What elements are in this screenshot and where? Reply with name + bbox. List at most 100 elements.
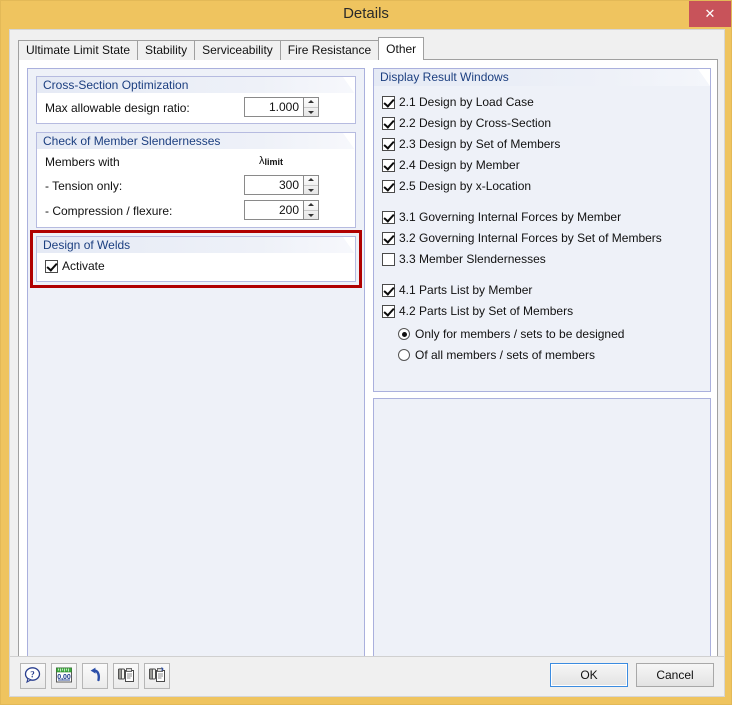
restore-defaults-button[interactable]: [82, 663, 108, 689]
restore-defaults-icon: [86, 666, 104, 687]
max-allowable-design-ratio-label: Max allowable design ratio:: [45, 101, 190, 115]
checkbox-label-2-5: 2.5 Design by x-Location: [399, 179, 532, 193]
group-header-cross-section-optimization: Cross-Section Optimization: [37, 77, 355, 94]
compression-spin-down[interactable]: [304, 211, 318, 220]
cancel-button[interactable]: Cancel: [636, 663, 714, 687]
tension-spin-down[interactable]: [304, 186, 318, 195]
set-as-default-button[interactable]: [113, 663, 139, 689]
tension-only-spinner[interactable]: [244, 175, 319, 195]
checkbox-label-2-2: 2.2 Design by Cross-Section: [399, 116, 552, 130]
lambda-subscript: limit: [264, 157, 284, 167]
max-allowable-design-ratio-spinner[interactable]: [244, 97, 319, 117]
window-title: Details: [343, 5, 389, 22]
details-dialog-window: Details ✕ Ultimate Limit State Stability…: [0, 0, 732, 705]
lambda-symbol: λ: [259, 155, 265, 167]
tab-ultimate-limit-state[interactable]: Ultimate Limit State: [18, 40, 139, 60]
checkbox-2-1-design-by-load-case[interactable]: 2.1 Design by Load Case: [382, 95, 534, 109]
compression-flexure-input[interactable]: [245, 201, 303, 219]
checkbox-2-5-design-by-x-location[interactable]: 2.5 Design by x-Location: [382, 179, 531, 193]
dialog-action-buttons: OK Cancel: [550, 663, 714, 687]
checkbox-icon-3-3[interactable]: [382, 252, 395, 266]
lambda-limit-label: λlimit: [259, 155, 283, 167]
tension-spin-up[interactable]: [304, 176, 318, 186]
checkbox-label-3-2: 3.2 Governing Internal Forces by Set of …: [399, 231, 662, 245]
group-design-of-welds: Design of Welds Activate: [36, 236, 356, 282]
checkbox-icon-2-5[interactable]: [382, 179, 395, 193]
ok-button[interactable]: OK: [550, 663, 628, 687]
group-header-design-of-welds: Design of Welds: [37, 237, 355, 254]
display-result-windows-panel: Display Result Windows 2.1 Design by Loa…: [373, 68, 711, 392]
checkbox-activate-weld-design[interactable]: Activate: [45, 259, 105, 273]
checkbox-4-2-parts-list-by-set-of-members[interactable]: 4.2 Parts List by Set of Members: [382, 304, 573, 318]
members-with-label: Members with: [45, 155, 120, 169]
tab-panel-other: Cross-Section Optimization Max allowable…: [18, 59, 718, 672]
checkbox-icon-2-1[interactable]: [382, 95, 395, 109]
compression-spin-up[interactable]: [304, 201, 318, 211]
left-options-panel: Cross-Section Optimization Max allowable…: [27, 68, 365, 664]
compression-flexure-spinner[interactable]: [244, 200, 319, 220]
close-icon[interactable]: ✕: [689, 1, 731, 27]
checkbox-2-2-design-by-cross-section[interactable]: 2.2 Design by Cross-Section: [382, 116, 551, 130]
tab-other[interactable]: Other: [378, 37, 425, 60]
svg-text:?: ?: [30, 669, 35, 679]
help-icon: ?: [24, 666, 42, 687]
radio-icon-only-designed[interactable]: [398, 328, 410, 340]
checkbox-4-1-parts-list-by-member[interactable]: 4.1 Parts List by Member: [382, 283, 532, 297]
max-allowable-design-ratio-input[interactable]: [245, 98, 303, 116]
checkbox-label-3-3: 3.3 Member Slendernesses: [399, 252, 546, 266]
group-check-of-member-slendernesses: Check of Member Slendernesses Members wi…: [36, 132, 356, 228]
apply-defaults-button[interactable]: [144, 663, 170, 689]
tension-spin-buttons[interactable]: [303, 176, 318, 194]
checkbox-3-2-governing-internal-forces-by-set-of-members[interactable]: 3.2 Governing Internal Forces by Set of …: [382, 231, 662, 245]
max-ratio-spin-buttons[interactable]: [303, 98, 318, 116]
group-cross-section-optimization: Cross-Section Optimization Max allowable…: [36, 76, 356, 124]
checkbox-label-4-2: 4.2 Parts List by Set of Members: [399, 304, 574, 318]
radio-icon-all-members[interactable]: [398, 349, 410, 361]
tension-only-input[interactable]: [245, 176, 303, 194]
dialog-bottom-bar: ? 0,00 OK Cancel: [10, 656, 724, 696]
checkbox-icon-2-4[interactable]: [382, 158, 395, 172]
units-and-decimal-places-button[interactable]: 0,00: [51, 663, 77, 689]
checkbox-icon-3-2[interactable]: [382, 231, 395, 245]
checkbox-2-3-design-by-set-of-members[interactable]: 2.3 Design by Set of Members: [382, 137, 560, 151]
checkbox-icon-4-2[interactable]: [382, 304, 395, 318]
tab-serviceability[interactable]: Serviceability: [194, 40, 281, 60]
radio-label-all-members: Of all members / sets of members: [415, 348, 596, 362]
tab-stability[interactable]: Stability: [137, 40, 196, 60]
apply-defaults-icon: [148, 666, 166, 687]
group-header-display-result-windows: Display Result Windows: [374, 69, 710, 86]
checkbox-3-1-governing-internal-forces-by-member[interactable]: 3.1 Governing Internal Forces by Member: [382, 210, 621, 224]
checkbox-icon-2-3[interactable]: [382, 137, 395, 151]
checkbox-3-3-member-slendernesses[interactable]: 3.3 Member Slendernesses: [382, 252, 546, 266]
max-ratio-spin-up[interactable]: [304, 98, 318, 108]
dialog-client-area: Ultimate Limit State Stability Serviceab…: [9, 29, 725, 697]
help-button[interactable]: ?: [20, 663, 46, 689]
checkbox-label-2-1: 2.1 Design by Load Case: [399, 95, 534, 109]
set-as-default-icon: [117, 666, 135, 687]
dialog-toolbar: ? 0,00: [20, 663, 170, 689]
group-body-cross-section-optimization: Max allowable design ratio:: [37, 94, 355, 122]
checkbox-label-activate: Activate: [62, 259, 105, 273]
checkbox-label-2-4: 2.4 Design by Member: [399, 158, 520, 172]
checkbox-label-4-1: 4.1 Parts List by Member: [399, 283, 533, 297]
compression-flexure-label: - Compression / flexure:: [45, 204, 173, 218]
group-header-member-slendernesses: Check of Member Slendernesses: [37, 133, 355, 150]
title-bar: Details ✕: [1, 1, 731, 29]
checkbox-icon-activate[interactable]: [45, 259, 58, 273]
radio-label-only-designed: Only for members / sets to be designed: [415, 327, 625, 341]
checkbox-icon-4-1[interactable]: [382, 283, 395, 297]
units-icon: 0,00: [55, 666, 73, 687]
radio-of-all-members[interactable]: Of all members / sets of members: [398, 348, 595, 362]
checkbox-icon-2-2[interactable]: [382, 116, 395, 130]
radio-only-for-members-to-be-designed[interactable]: Only for members / sets to be designed: [398, 327, 624, 341]
checkbox-label-3-1: 3.1 Governing Internal Forces by Member: [399, 210, 622, 224]
tension-only-label: - Tension only:: [45, 179, 123, 193]
checkbox-label-2-3: 2.3 Design by Set of Members: [399, 137, 561, 151]
tab-strip: Ultimate Limit State Stability Serviceab…: [18, 37, 425, 60]
max-ratio-spin-down[interactable]: [304, 108, 318, 117]
checkbox-icon-3-1[interactable]: [382, 210, 395, 224]
group-body-design-of-welds: Activate: [37, 254, 355, 280]
compression-spin-buttons[interactable]: [303, 201, 318, 219]
tab-fire-resistance[interactable]: Fire Resistance: [279, 40, 380, 60]
checkbox-2-4-design-by-member[interactable]: 2.4 Design by Member: [382, 158, 520, 172]
